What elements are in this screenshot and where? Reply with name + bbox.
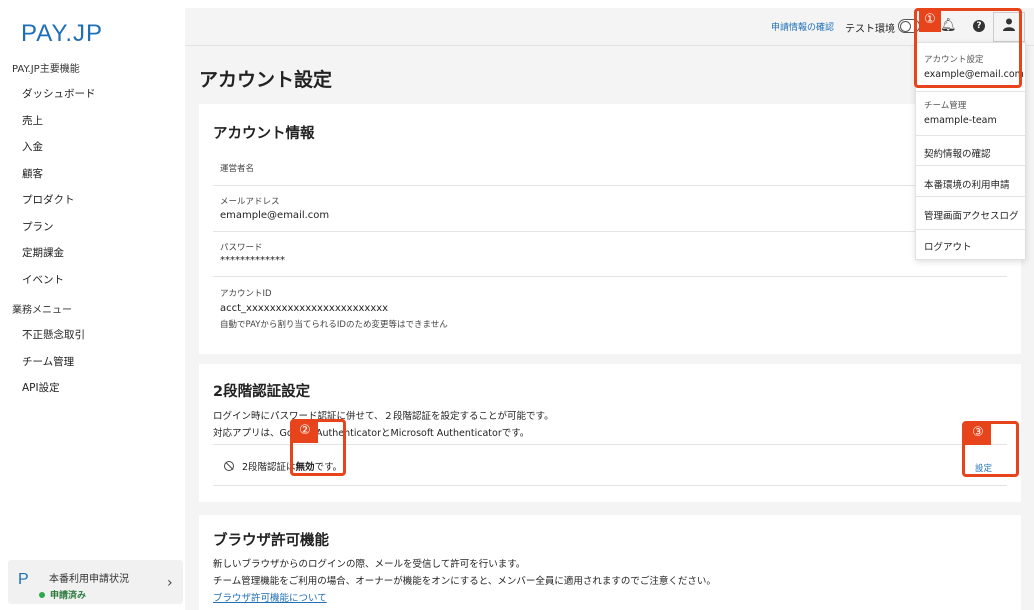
divider: [213, 485, 1007, 486]
divider: [916, 196, 1027, 197]
sidebar-item-payouts[interactable]: 入金: [22, 139, 43, 154]
prohibit-icon: [224, 461, 234, 471]
sidebar-section-main: PAY.JP主要機能: [12, 64, 80, 75]
sidebar-section-business: 業務メニュー: [12, 305, 72, 316]
divider: [916, 135, 1027, 136]
team-name[interactable]: emample-team: [924, 115, 997, 126]
application-info-link[interactable]: 申請情報の確認: [771, 20, 834, 33]
email-value: emample@email.com: [220, 210, 330, 221]
page-title: アカウント設定: [199, 69, 333, 91]
account-id-label: アカウントID: [220, 289, 272, 299]
password-value: *************: [220, 255, 285, 266]
two-factor-desc-1: ログイン時にパスワード認証に併せて、２段階認証を設定することが可能です。: [213, 411, 554, 422]
sidebar-item-plans[interactable]: プラン: [22, 219, 54, 234]
topbar: 申請情報の確認 テスト環境 🔔︎ ?: [185, 8, 1034, 46]
sidebar: PAY.JP PAY.JP主要機能 ダッシュボード 売上 入金 顧客 プロダクト…: [0, 0, 185, 610]
browser-permission-link[interactable]: ブラウザ許可機能について: [213, 590, 327, 604]
password-label: パスワード: [220, 243, 263, 253]
annotation-number-2: ②: [292, 421, 318, 443]
browser-permission-desc-2: チーム管理機能をご利用の場合、オーナーが機能をオンにすると、メンバー全員に適用さ…: [213, 576, 716, 587]
divider: [916, 229, 1027, 230]
production-status-card[interactable]: P 本番利用申請状況 申請済み ›: [8, 560, 183, 604]
browser-permission-title: ブラウザ許可機能: [213, 533, 329, 549]
browser-permission-desc-1: 新しいブラウザからのログインの際、メールを受信して許可を行います。: [213, 559, 526, 570]
divider: [213, 231, 1007, 232]
email-label: メールアドレス: [220, 197, 280, 207]
production-application-item[interactable]: 本番環境の利用申請: [924, 177, 1010, 191]
env-label: テスト環境: [845, 24, 895, 35]
sidebar-item-fraud[interactable]: 不正懸念取引: [22, 327, 85, 342]
sidebar-item-subscriptions[interactable]: 定期課金: [22, 245, 64, 260]
account-info-card: アカウント情報 運営者名 メールアドレス emample@email.com パ…: [199, 104, 1021, 354]
access-log-item[interactable]: 管理画面アクセスログ: [924, 208, 1019, 222]
status-card-title: 本番利用申請状況: [49, 574, 129, 585]
status-dot-icon: [39, 592, 45, 598]
divider: [916, 165, 1027, 166]
payjp-logo[interactable]: PAY.JP: [21, 20, 103, 48]
divider: [916, 91, 1027, 92]
main-content: 申請情報の確認 テスト環境 🔔︎ ? アカウント設定 アカウント情報 運営者名 …: [185, 8, 1034, 610]
sidebar-item-team[interactable]: チーム管理: [22, 354, 74, 369]
divider: [213, 185, 1007, 186]
account-info-title: アカウント情報: [213, 126, 315, 142]
sidebar-item-api[interactable]: API設定: [22, 380, 60, 395]
status-badge: 申請済み: [50, 591, 87, 601]
sidebar-item-products[interactable]: プロダクト: [22, 192, 75, 207]
annotation-number-3: ③: [965, 423, 991, 445]
chevron-right-icon: ›: [167, 575, 173, 591]
two-factor-title: 2段階認証設定: [213, 384, 311, 400]
sidebar-item-dashboard[interactable]: ダッシュボード: [22, 86, 96, 101]
two-factor-desc-2: 対応アプリは、Google AuthenticatorとMicrosoft Au…: [213, 428, 530, 439]
sidebar-item-events[interactable]: イベント: [22, 272, 64, 287]
annotation-number-1: ①: [919, 10, 941, 32]
account-id-note: 自動でPAYから割り当てられるIDのため変更等はできません: [220, 320, 448, 330]
logout-item[interactable]: ログアウト: [924, 239, 972, 253]
sidebar-item-customers[interactable]: 顧客: [22, 166, 43, 181]
operator-label: 運営者名: [220, 164, 255, 174]
divider: [213, 276, 1007, 277]
account-id-value: acct_xxxxxxxxxxxxxxxxxxxxxxxx: [220, 303, 389, 314]
contract-info-item[interactable]: 契約情報の確認: [924, 146, 991, 160]
browser-permission-card: ブラウザ許可機能 新しいブラウザからのログインの際、メールを受信して許可を行いま…: [199, 515, 1021, 610]
sidebar-item-sales[interactable]: 売上: [22, 113, 43, 128]
team-label: チーム管理: [924, 101, 967, 111]
payjp-mark-icon: P: [18, 571, 29, 588]
